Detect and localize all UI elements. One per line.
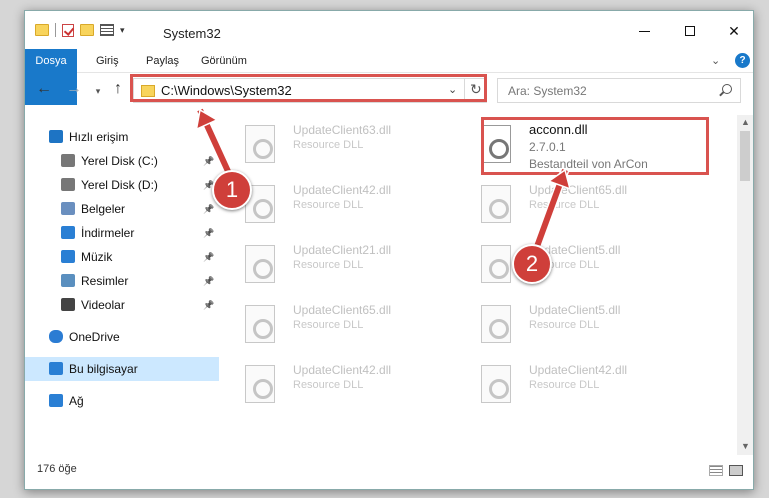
annotation-arrow-2 bbox=[530, 168, 572, 254]
annotation-badge-1: 1 bbox=[212, 170, 252, 210]
annotation-badge-2: 2 bbox=[512, 244, 552, 284]
annotation-arrows bbox=[195, 108, 572, 254]
